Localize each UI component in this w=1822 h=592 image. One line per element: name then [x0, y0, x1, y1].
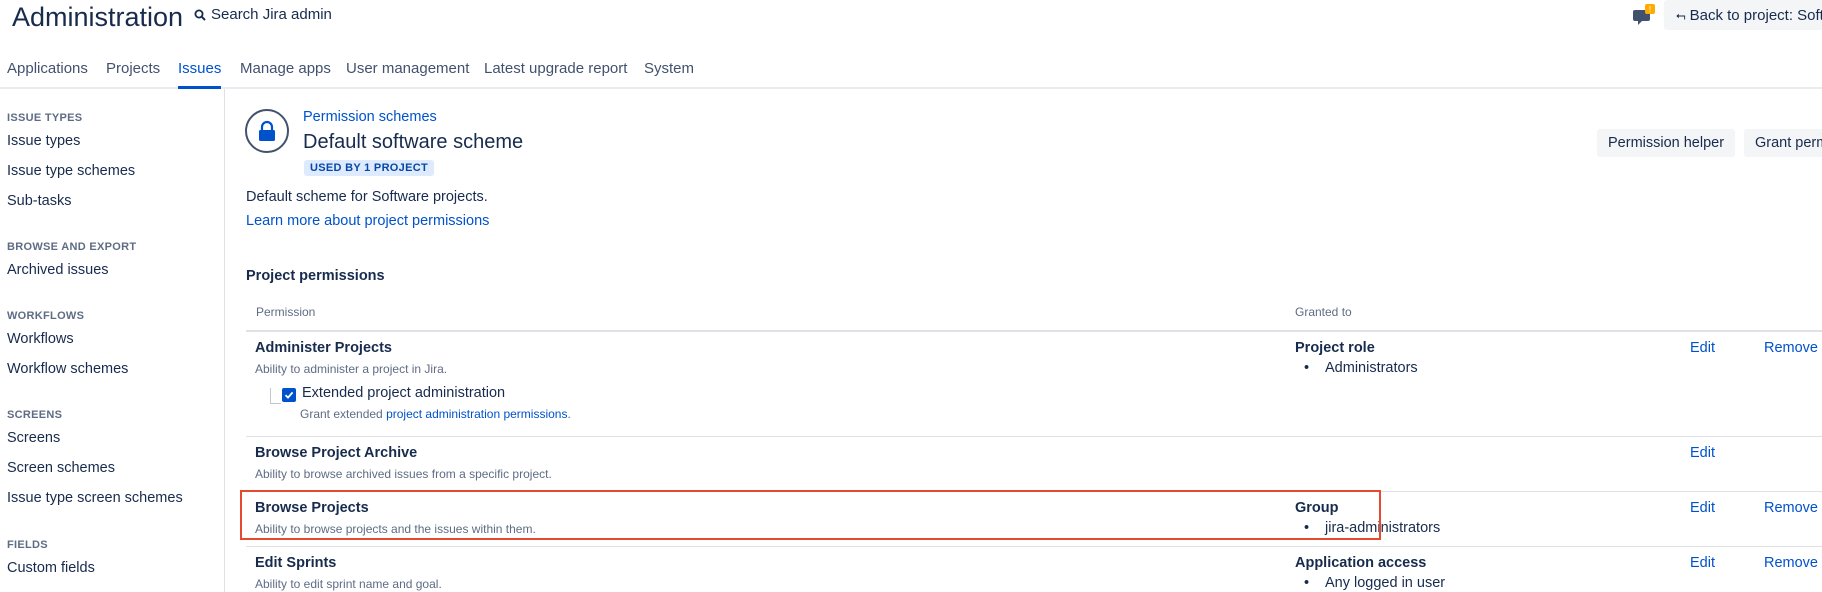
- back-to-project-button[interactable]: ⮢ Back to project: Soft: [1664, 0, 1822, 30]
- sidebar-item-issue-type-screen-schemes[interactable]: Issue type screen schemes: [7, 490, 183, 506]
- tab-issues[interactable]: Issues: [178, 60, 222, 89]
- tree-connector: [270, 388, 281, 404]
- checkmark-icon: [284, 391, 294, 399]
- sidebar-heading-screens: SCREENS: [7, 409, 63, 421]
- top-header: Administration Search Jira admin ! ⮢ Bac…: [0, 0, 1822, 56]
- sidebar: ISSUE TYPES Issue types Issue type schem…: [0, 89, 225, 592]
- tab-latest-upgrade-report[interactable]: Latest upgrade report: [484, 60, 627, 87]
- breadcrumb-permission-schemes[interactable]: Permission schemes: [303, 109, 437, 125]
- search-icon: [194, 9, 206, 21]
- sidebar-item-screens[interactable]: Screens: [7, 430, 60, 446]
- sidebar-heading-fields: FIELDS: [7, 539, 48, 551]
- sidebar-item-archived-issues[interactable]: Archived issues: [7, 262, 109, 278]
- edit-link[interactable]: Edit: [1690, 340, 1715, 356]
- permission-name: Administer Projects: [255, 340, 392, 356]
- tab-user-management[interactable]: User management: [346, 60, 469, 87]
- search-jira-admin[interactable]: Search Jira admin: [194, 6, 332, 23]
- project-admin-permissions-link[interactable]: project administration permissions: [386, 407, 567, 421]
- edit-link[interactable]: Edit: [1690, 500, 1715, 516]
- page-title: Default software scheme: [303, 131, 524, 153]
- permission-name: Browse Project Archive: [255, 445, 418, 461]
- sidebar-heading-issue-types: ISSUE TYPES: [7, 112, 83, 124]
- grantee: Any logged in user: [1304, 575, 1445, 591]
- sidebar-item-sub-tasks[interactable]: Sub-tasks: [7, 193, 71, 209]
- section-title: Project permissions: [246, 268, 385, 284]
- grantee: Administrators: [1304, 360, 1418, 376]
- permission-helper-button[interactable]: Permission helper: [1597, 129, 1736, 157]
- back-arrow-icon: ⮢: [1676, 7, 1686, 22]
- tab-projects[interactable]: Projects: [106, 60, 160, 87]
- extended-admin-description: Grant extended project administration pe…: [300, 407, 571, 421]
- extended-desc-prefix: Grant extended: [300, 407, 387, 421]
- column-header-permission: Permission: [256, 305, 316, 319]
- app-title: Administration: [12, 2, 184, 32]
- tab-system[interactable]: System: [644, 60, 694, 87]
- edit-link[interactable]: Edit: [1690, 555, 1715, 571]
- permission-description: Ability to browse archived issues from a…: [255, 467, 552, 481]
- tab-manage-apps[interactable]: Manage apps: [240, 60, 331, 87]
- back-to-project-label: Back to project: Soft: [1689, 6, 1822, 24]
- grant-permission-button[interactable]: Grant perm: [1744, 129, 1822, 157]
- sidebar-heading-workflows: WORKFLOWS: [7, 310, 85, 322]
- extended-admin-label: Extended project administration: [302, 385, 506, 401]
- column-header-granted-to: Granted to: [1295, 305, 1352, 319]
- learn-more-link[interactable]: Learn more about project permissions: [246, 213, 489, 229]
- sidebar-item-issue-type-schemes[interactable]: Issue type schemes: [7, 163, 135, 179]
- remove-link[interactable]: Remove: [1764, 340, 1818, 356]
- row-divider: [246, 546, 1822, 547]
- row-divider: [246, 436, 1822, 437]
- grant-type: Project role: [1295, 340, 1375, 356]
- svg-text:!: !: [1649, 5, 1651, 14]
- table-header-divider: [246, 330, 1822, 332]
- notification-icon[interactable]: !: [1633, 4, 1655, 28]
- permission-name: Edit Sprints: [255, 555, 337, 571]
- sidebar-heading-browse-and-export: BROWSE AND EXPORT: [7, 241, 137, 253]
- scheme-description: Default scheme for Software projects.: [246, 189, 488, 205]
- remove-link[interactable]: Remove: [1764, 555, 1818, 571]
- sidebar-item-issue-types[interactable]: Issue types: [7, 133, 80, 149]
- extended-desc-suffix: .: [567, 407, 571, 421]
- tab-applications[interactable]: Applications: [7, 60, 88, 87]
- lock-icon: [245, 109, 289, 153]
- admin-nav-tabs: Applications Projects Issues Manage apps…: [0, 56, 1822, 89]
- highlight-box: [240, 490, 1381, 540]
- permission-description: Ability to administer a project in Jira.: [255, 362, 448, 376]
- extended-admin-checkbox[interactable]: [282, 388, 296, 402]
- sidebar-item-workflows[interactable]: Workflows: [7, 331, 74, 347]
- permission-description: Ability to edit sprint name and goal.: [255, 577, 442, 591]
- sidebar-item-custom-fields[interactable]: Custom fields: [7, 560, 95, 576]
- sidebar-item-screen-schemes[interactable]: Screen schemes: [7, 460, 115, 476]
- search-label: Search Jira admin: [211, 6, 332, 23]
- grant-type: Application access: [1295, 555, 1427, 571]
- usage-lozenge: USED BY 1 PROJECT: [304, 160, 434, 176]
- remove-link[interactable]: Remove: [1764, 500, 1818, 516]
- sidebar-item-workflow-schemes[interactable]: Workflow schemes: [7, 361, 128, 377]
- edit-link[interactable]: Edit: [1690, 445, 1715, 461]
